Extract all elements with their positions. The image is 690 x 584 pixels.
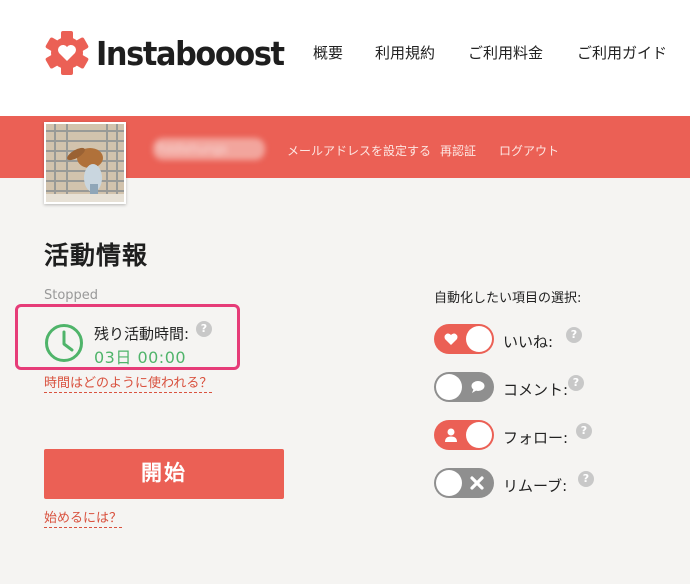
nav-guide[interactable]: ご利用ガイド (577, 42, 667, 63)
comment-label: コメント: (503, 381, 569, 399)
username: fiddlehungs (153, 138, 265, 160)
avatar (44, 122, 126, 204)
follow-label: フォロー: (503, 429, 569, 447)
x-icon (469, 475, 485, 491)
toggle-knob (436, 470, 462, 496)
nav-terms[interactable]: 利用規約 (375, 42, 435, 63)
how-to-start-link[interactable]: 始めるには？ (44, 510, 123, 528)
logo[interactable]: Instabooost (44, 30, 300, 76)
follow-toggle[interactable] (434, 420, 494, 450)
time-usage-link[interactable]: 時間はどのように使われる？ (44, 375, 213, 393)
toggle-knob (466, 422, 492, 448)
help-icon[interactable]: ? (196, 321, 212, 337)
logo-badge-icon (44, 30, 90, 76)
like-label: いいね: (503, 333, 554, 351)
automation-title: 自動化したい項目の選択: (434, 291, 582, 306)
nav-pricing[interactable]: ご利用料金 (468, 42, 543, 63)
clock-icon (44, 323, 84, 363)
heart-icon (443, 331, 459, 347)
page-title: 活動情報 (44, 241, 149, 270)
toggle-knob (466, 326, 492, 352)
remove-toggle[interactable] (434, 468, 494, 498)
like-toggle[interactable] (434, 324, 494, 354)
remaining-time-label: 残り活動時間: (94, 325, 190, 343)
remove-label: リムーブ: (503, 477, 568, 495)
remaining-time-value: 03日 00:00 (94, 348, 187, 367)
set-email-link[interactable]: メールアドレスを設定する (287, 142, 431, 159)
start-button[interactable]: 開始 (44, 449, 284, 499)
help-icon[interactable]: ? (578, 471, 594, 487)
person-icon (443, 427, 459, 443)
comment-icon (469, 379, 485, 395)
logo-text: Instabooost (96, 33, 285, 73)
help-icon[interactable]: ? (568, 375, 584, 391)
toggle-knob (436, 374, 462, 400)
nav-overview[interactable]: 概要 (313, 42, 343, 63)
comment-toggle[interactable] (434, 372, 494, 402)
reauth-link[interactable]: 再認証 (440, 142, 476, 159)
status-text: Stopped (44, 288, 99, 303)
help-icon[interactable]: ? (566, 327, 582, 343)
site-header: Instabooost 概要 利用規約 ご利用料金 ご利用ガイド (0, 0, 690, 116)
help-icon[interactable]: ? (576, 423, 592, 439)
logout-link[interactable]: ログアウト (499, 142, 559, 159)
